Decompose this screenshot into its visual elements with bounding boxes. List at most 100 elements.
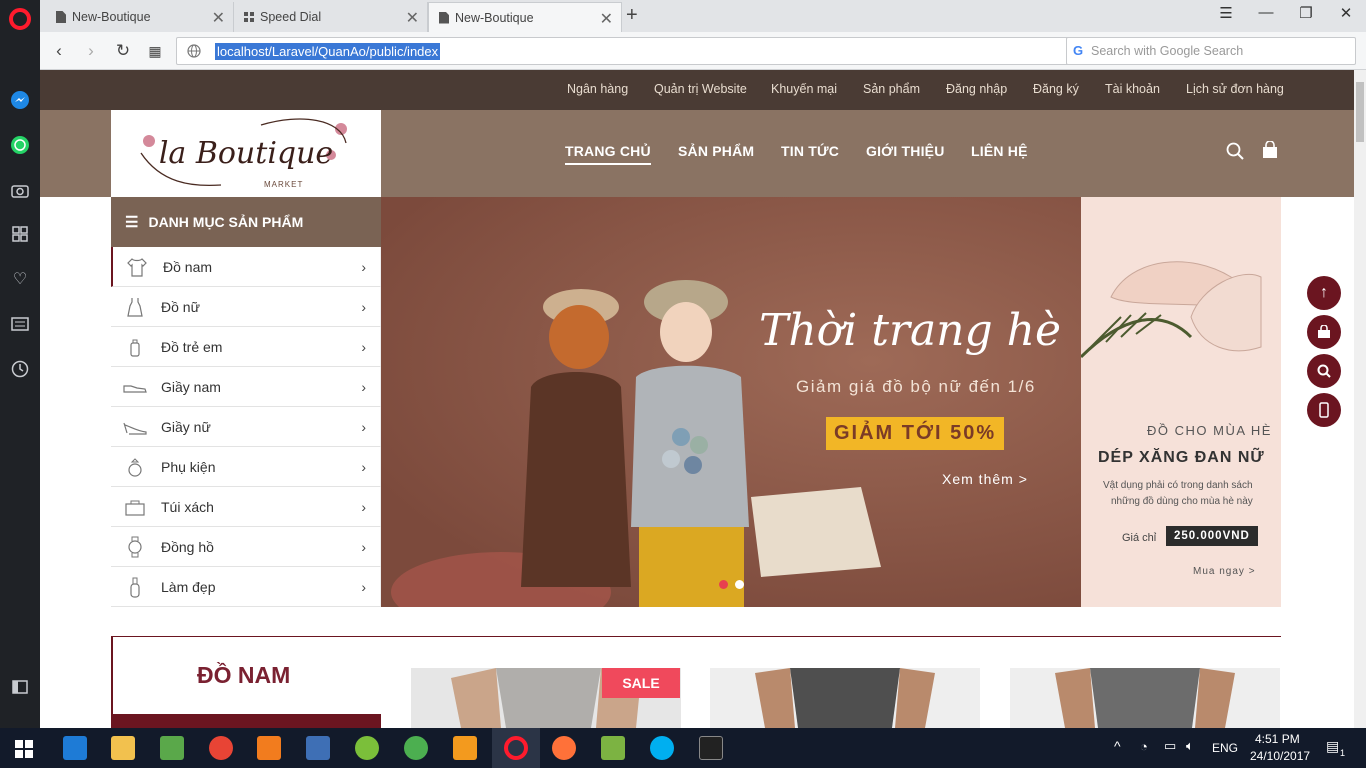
link-bank[interactable]: Ngân hàng xyxy=(567,82,628,96)
category-item-men-shoes[interactable]: Giầy nam › xyxy=(111,367,381,407)
forward-button[interactable]: › xyxy=(80,40,102,62)
tab-new-boutique-active[interactable]: New-Boutique ✕ xyxy=(428,2,622,32)
notification-icon[interactable]: ▤ xyxy=(1326,738,1339,755)
floating-search-button[interactable] xyxy=(1307,354,1341,388)
new-tab-button[interactable]: + xyxy=(626,4,638,27)
task-manager-icon[interactable] xyxy=(160,736,184,760)
sidebar-toggle-icon[interactable] xyxy=(8,675,32,699)
hero-banner[interactable]: Thời trang hè Giảm giá đồ bộ nữ đến 1/6 … xyxy=(381,197,1081,607)
category-item-kids[interactable]: Đồ trẻ em › xyxy=(111,327,381,367)
whatsapp-icon[interactable] xyxy=(8,133,32,157)
tab-speed-dial[interactable]: Speed Dial ✕ xyxy=(234,2,428,32)
site-logo[interactable]: la Boutique MARKET xyxy=(111,110,381,197)
messenger-icon[interactable] xyxy=(8,88,32,112)
leaf-app-icon[interactable] xyxy=(404,736,428,760)
battery-icon[interactable]: ▭ xyxy=(1164,738,1176,754)
nav-about[interactable]: GIỚI THIỆU xyxy=(866,143,945,159)
floating-cart-button[interactable] xyxy=(1307,315,1341,349)
category-item-bags[interactable]: Túi xách › xyxy=(111,487,381,527)
tabs-overview-icon[interactable]: ▦ xyxy=(144,40,166,62)
media-player-icon[interactable] xyxy=(306,736,330,760)
link-order-history[interactable]: Lịch sử đơn hàng xyxy=(1186,82,1284,96)
tab-menu-icon[interactable]: ☰ xyxy=(1214,4,1238,26)
chevron-right-icon: › xyxy=(361,579,366,595)
top-link-bar: Ngân hàng Quản trị Website Khuyến mại Sả… xyxy=(40,70,1354,110)
camtasia-icon[interactable] xyxy=(355,736,379,760)
slider-dot-inactive[interactable] xyxy=(735,580,744,589)
cart-bag-icon[interactable] xyxy=(1261,141,1279,159)
scroll-thumb[interactable] xyxy=(1356,82,1364,142)
link-login[interactable]: Đăng nhập xyxy=(946,82,1007,96)
tab-bar: New-Boutique ✕ Speed Dial ✕ New-Boutique ✕ … xyxy=(40,0,1366,32)
show-hidden-icons-icon[interactable]: ^ xyxy=(1114,738,1121,754)
android-studio-icon[interactable] xyxy=(601,736,625,760)
minimize-button[interactable]: — xyxy=(1254,4,1278,26)
scroll-top-button[interactable]: ↑ xyxy=(1307,276,1341,310)
camera-icon[interactable] xyxy=(8,178,32,202)
hamburger-icon: ☰ xyxy=(125,214,139,231)
news-icon[interactable] xyxy=(8,312,32,336)
url-field[interactable]: localhost/Laravel/QuanAo/public/index ♡ xyxy=(176,37,1096,65)
clock-date[interactable]: 24/10/2017 xyxy=(1250,749,1310,763)
slider-dot-active[interactable] xyxy=(719,580,728,589)
language-indicator[interactable]: ENG xyxy=(1212,741,1238,755)
nav-products[interactable]: SẢN PHẨM xyxy=(678,143,754,159)
close-tab-icon[interactable]: ✕ xyxy=(600,9,613,29)
link-products[interactable]: Sản phẩm xyxy=(863,82,920,96)
product-card[interactable]: SALE xyxy=(411,668,681,728)
link-promotions[interactable]: Khuyến mại xyxy=(771,82,837,96)
link-register[interactable]: Đăng ký xyxy=(1033,82,1079,96)
category-menu-header[interactable]: ☰ DANH MỤC SẢN PHẨM xyxy=(111,197,381,247)
category-item-accessories[interactable]: Phụ kiện › xyxy=(111,447,381,487)
side-desc-1: Vật dụng phải có trong danh sách xyxy=(1103,480,1253,491)
close-window-button[interactable]: ✕ xyxy=(1334,4,1358,26)
floating-phone-button[interactable] xyxy=(1307,393,1341,427)
network-icon[interactable]: ◔ xyxy=(1140,739,1148,754)
product-card[interactable] xyxy=(710,668,980,728)
command-prompt-icon[interactable] xyxy=(699,736,723,760)
speed-dial-icon[interactable] xyxy=(8,222,32,246)
opera-taskbar-active[interactable] xyxy=(492,728,540,768)
restore-button[interactable]: ❐ xyxy=(1294,4,1318,26)
product-card[interactable] xyxy=(1010,668,1280,728)
xampp-icon[interactable] xyxy=(257,736,281,760)
tab-new-boutique-1[interactable]: New-Boutique ✕ xyxy=(46,2,234,32)
nav-home[interactable]: TRANG CHỦ xyxy=(565,143,651,165)
side-buy-now-link[interactable]: Mua ngay > xyxy=(1193,566,1256,577)
category-item-beauty[interactable]: Làm đẹp › xyxy=(111,567,381,607)
edge-icon[interactable] xyxy=(63,736,87,760)
firefox-icon[interactable] xyxy=(552,736,576,760)
opera-logo-icon[interactable] xyxy=(9,8,31,30)
chrome-icon[interactable] xyxy=(209,736,233,760)
url-text[interactable]: localhost/Laravel/QuanAo/public/index xyxy=(215,43,441,60)
back-button[interactable]: ‹ xyxy=(48,40,70,62)
nav-contact[interactable]: LIÊN HỆ xyxy=(971,143,1028,159)
link-admin[interactable]: Quản trị Website xyxy=(654,82,747,96)
category-label: Làm đẹp xyxy=(161,578,216,595)
category-label: Đồ nữ xyxy=(161,298,200,315)
page-scrollbar[interactable] xyxy=(1354,70,1366,728)
skype-icon[interactable] xyxy=(650,736,674,760)
history-icon[interactable] xyxy=(8,357,32,381)
heart-icon[interactable]: ♡ xyxy=(8,267,32,291)
sublime-text-icon[interactable] xyxy=(453,736,477,760)
side-promo-banner[interactable]: ĐỒ CHO MÙA HÈ DÉP XĂNG ĐAN NỮ Vật dụng p… xyxy=(1081,197,1281,607)
clock-time[interactable]: 4:51 PM xyxy=(1255,732,1300,746)
banner-more-link[interactable]: Xem thêm > xyxy=(942,471,1028,487)
link-account[interactable]: Tài khoản xyxy=(1105,82,1160,96)
category-item-men[interactable]: Đồ nam › xyxy=(111,247,381,287)
tab-label: Speed Dial xyxy=(260,10,322,24)
volume-icon[interactable]: 🔈︎ xyxy=(1186,738,1194,754)
category-item-women[interactable]: Đồ nữ › xyxy=(111,287,381,327)
category-item-women-shoes[interactable]: Giầy nữ › xyxy=(111,407,381,447)
close-tab-icon[interactable]: ✕ xyxy=(212,8,225,28)
search-icon[interactable] xyxy=(1226,142,1244,160)
close-tab-icon[interactable]: ✕ xyxy=(406,8,419,28)
windows-start-icon[interactable] xyxy=(15,740,33,758)
side-title: DÉP XĂNG ĐAN NỮ xyxy=(1098,449,1265,466)
search-field[interactable]: G Search with Google Search xyxy=(1066,37,1356,65)
category-item-watches[interactable]: Đồng hồ › xyxy=(111,527,381,567)
reload-button[interactable]: ↻ xyxy=(112,40,134,62)
file-explorer-icon[interactable] xyxy=(111,736,135,760)
nav-news[interactable]: TIN TỨC xyxy=(781,143,839,159)
